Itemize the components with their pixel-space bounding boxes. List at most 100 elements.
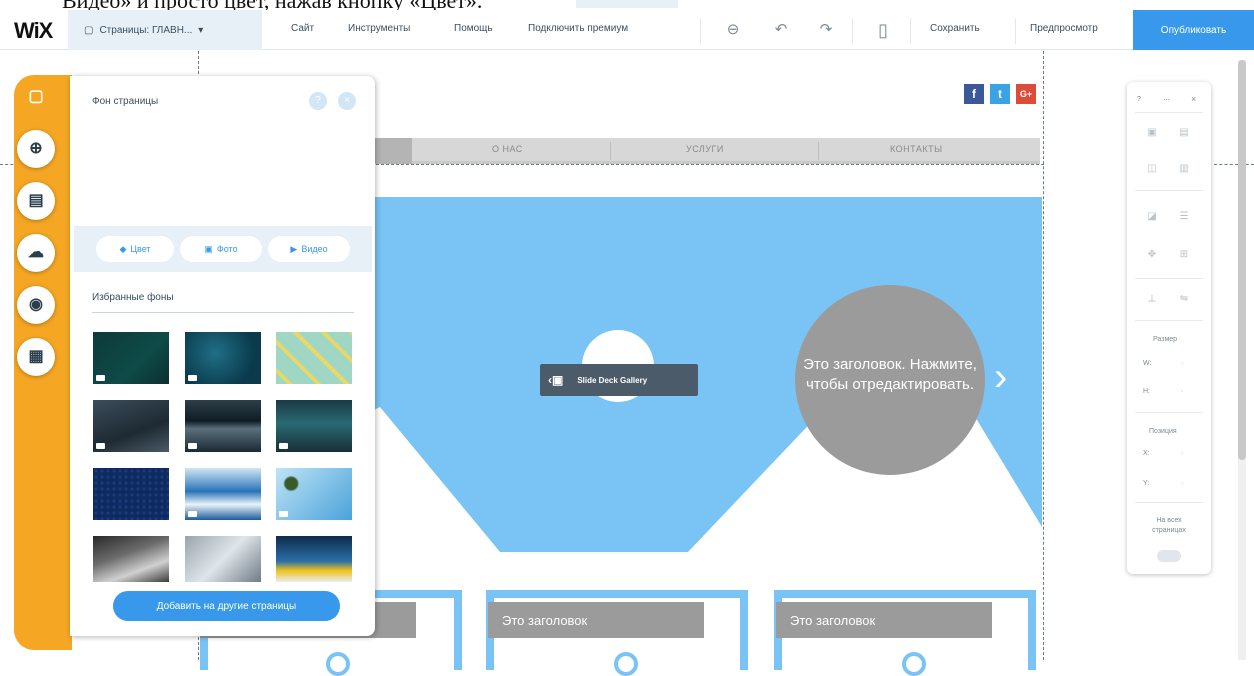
video-icon <box>96 443 105 449</box>
background-thumbnail[interactable] <box>276 536 352 582</box>
chevron-down-icon: ▾ <box>198 24 204 36</box>
chevron-right-icon[interactable]: › <box>994 357 1007 397</box>
app-market-icon: ▦ <box>28 348 44 365</box>
divider <box>910 18 911 44</box>
pages-dropdown[interactable]: ▢ Страницы: ГЛАВН... ▾ <box>68 10 262 50</box>
color-button[interactable]: ◆ Цвет <box>96 236 174 262</box>
mobile-view-icon[interactable]: ▯ <box>872 19 894 41</box>
video-button[interactable]: ▶ Видео <box>268 236 350 262</box>
paste-icon[interactable]: ▤ <box>1177 126 1191 140</box>
nav-item-about[interactable]: О НАС <box>492 144 523 154</box>
card-icon <box>614 652 638 676</box>
background-thumbnail[interactable] <box>185 536 261 582</box>
pages-dropdown-label: Страницы: ГЛАВН... <box>99 24 193 36</box>
distribute-icon[interactable]: ✥ <box>1145 248 1159 262</box>
guide-line <box>1214 164 1254 165</box>
background-thumbnail[interactable] <box>276 400 352 452</box>
card-icon <box>902 652 926 676</box>
divider <box>852 18 853 44</box>
all-pages-toggle[interactable] <box>1157 550 1181 562</box>
publish-button[interactable]: Опубликовать <box>1133 10 1254 50</box>
hero-heading-text[interactable]: Это заголовок. Нажмите, чтобы отредактир… <box>800 355 980 395</box>
rotate-icon[interactable]: ⟂ <box>1145 292 1159 306</box>
paint-bucket-icon: ◆ <box>119 243 127 254</box>
page-icon: ▢ <box>84 24 94 36</box>
width-field[interactable]: · <box>1181 360 1183 367</box>
panel-title: Фон страницы <box>92 96 159 107</box>
flip-icon[interactable]: ⇋ <box>1177 292 1191 306</box>
close-icon[interactable]: × <box>1191 94 1196 104</box>
match-size-icon[interactable]: ⊞ <box>1177 248 1191 262</box>
guide-line <box>376 164 1044 165</box>
tools-panel: ? ⋯ × ▣ ▤ ◫ ▥ ◪ ☰ ✥ ⊞ ⟂ ⇋ Размер W: · H:… <box>1127 82 1211 574</box>
background-thumbnail[interactable] <box>93 400 169 452</box>
twitter-icon[interactable]: t <box>990 84 1010 104</box>
plus-icon: ⊕ <box>29 140 43 157</box>
help-icon[interactable]: ? <box>1137 96 1141 103</box>
undo-icon[interactable]: ↶ <box>770 19 792 41</box>
guide-line <box>1043 51 1044 660</box>
divider <box>92 312 354 313</box>
x-field[interactable]: · <box>1181 450 1183 457</box>
blog-button[interactable]: ◉ <box>17 286 55 324</box>
add-to-other-pages-button[interactable]: Добавить на другие страницы <box>113 591 340 621</box>
nav-item-contacts[interactable]: КОНТАКТЫ <box>890 144 943 154</box>
background-icon: ▢ <box>28 88 44 105</box>
y-field[interactable]: · <box>1181 480 1183 487</box>
divider <box>1015 18 1016 44</box>
all-pages-label: На всех страницах <box>1152 517 1186 534</box>
menu-tools[interactable]: Инструменты <box>348 23 410 34</box>
divider <box>700 18 701 44</box>
tooltip-tab <box>576 0 678 8</box>
page-icon: ▤ <box>28 192 44 209</box>
background-thumbnail[interactable] <box>276 332 352 384</box>
nav-divider <box>610 142 611 160</box>
background-thumbnail[interactable] <box>185 468 261 520</box>
nav-divider <box>818 142 819 160</box>
wix-logo: WiX <box>14 18 53 43</box>
background-button[interactable]: ▢ <box>17 78 55 116</box>
google-plus-icon[interactable]: G+ <box>1016 84 1036 104</box>
arrange-icon[interactable]: ◪ <box>1145 210 1159 224</box>
close-icon[interactable]: × <box>338 92 356 110</box>
image-button-label: Фото <box>216 244 238 254</box>
copy-icon[interactable]: ▣ <box>1145 126 1159 140</box>
height-field[interactable]: · <box>1181 388 1183 395</box>
image-button[interactable]: ▣ Фото <box>180 236 262 262</box>
height-label: H: <box>1143 388 1150 395</box>
align-icon[interactable]: ☰ <box>1177 210 1191 224</box>
pages-button[interactable]: ▤ <box>17 182 55 220</box>
delete-icon[interactable]: ▥ <box>1177 162 1191 176</box>
background-thumbnail[interactable] <box>93 536 169 582</box>
upload-button[interactable]: ☁ <box>17 234 55 272</box>
video-icon <box>188 443 197 449</box>
more-icon[interactable]: ⋯ <box>1163 96 1170 104</box>
image-icon: ‹▣ <box>548 373 564 387</box>
menu-help[interactable]: Помощь <box>454 23 493 34</box>
app-market-button[interactable]: ▦ <box>17 338 55 376</box>
background-thumbnail[interactable] <box>185 332 261 384</box>
card-heading: Это заголовок <box>776 602 992 638</box>
x-label: X: <box>1143 450 1150 457</box>
nav-item-services[interactable]: УСЛУГИ <box>686 144 724 154</box>
menu-upgrade[interactable]: Подключить премиум <box>528 23 628 34</box>
facebook-icon[interactable]: f <box>964 84 984 104</box>
gallery-label: Slide Deck Gallery <box>577 375 648 385</box>
background-thumbnail[interactable] <box>276 468 352 520</box>
preview-button[interactable]: Предпросмотр <box>1030 23 1098 34</box>
background-thumbnail[interactable] <box>185 400 261 452</box>
slide-deck-gallery-tag[interactable]: ‹▣ Slide Deck Gallery <box>540 364 698 396</box>
scrollbar-thumb[interactable] <box>1238 60 1246 460</box>
zoom-out-icon[interactable]: ⊖ <box>722 19 744 41</box>
help-icon[interactable]: ? <box>309 92 327 110</box>
add-button[interactable]: ⊕ <box>17 130 55 168</box>
background-thumbnail[interactable] <box>93 468 169 520</box>
editor-top-bar: WiX ▢ Страницы: ГЛАВН... ▾ Сайт Инструме… <box>0 10 1254 50</box>
background-thumbnail[interactable] <box>93 332 169 384</box>
video-button-label: Видео <box>301 244 328 254</box>
redo-icon[interactable]: ↷ <box>815 19 837 41</box>
duplicate-icon[interactable]: ◫ <box>1145 162 1159 176</box>
menu-site[interactable]: Сайт <box>291 23 314 34</box>
video-icon <box>188 375 197 381</box>
save-button[interactable]: Сохранить <box>930 23 980 34</box>
